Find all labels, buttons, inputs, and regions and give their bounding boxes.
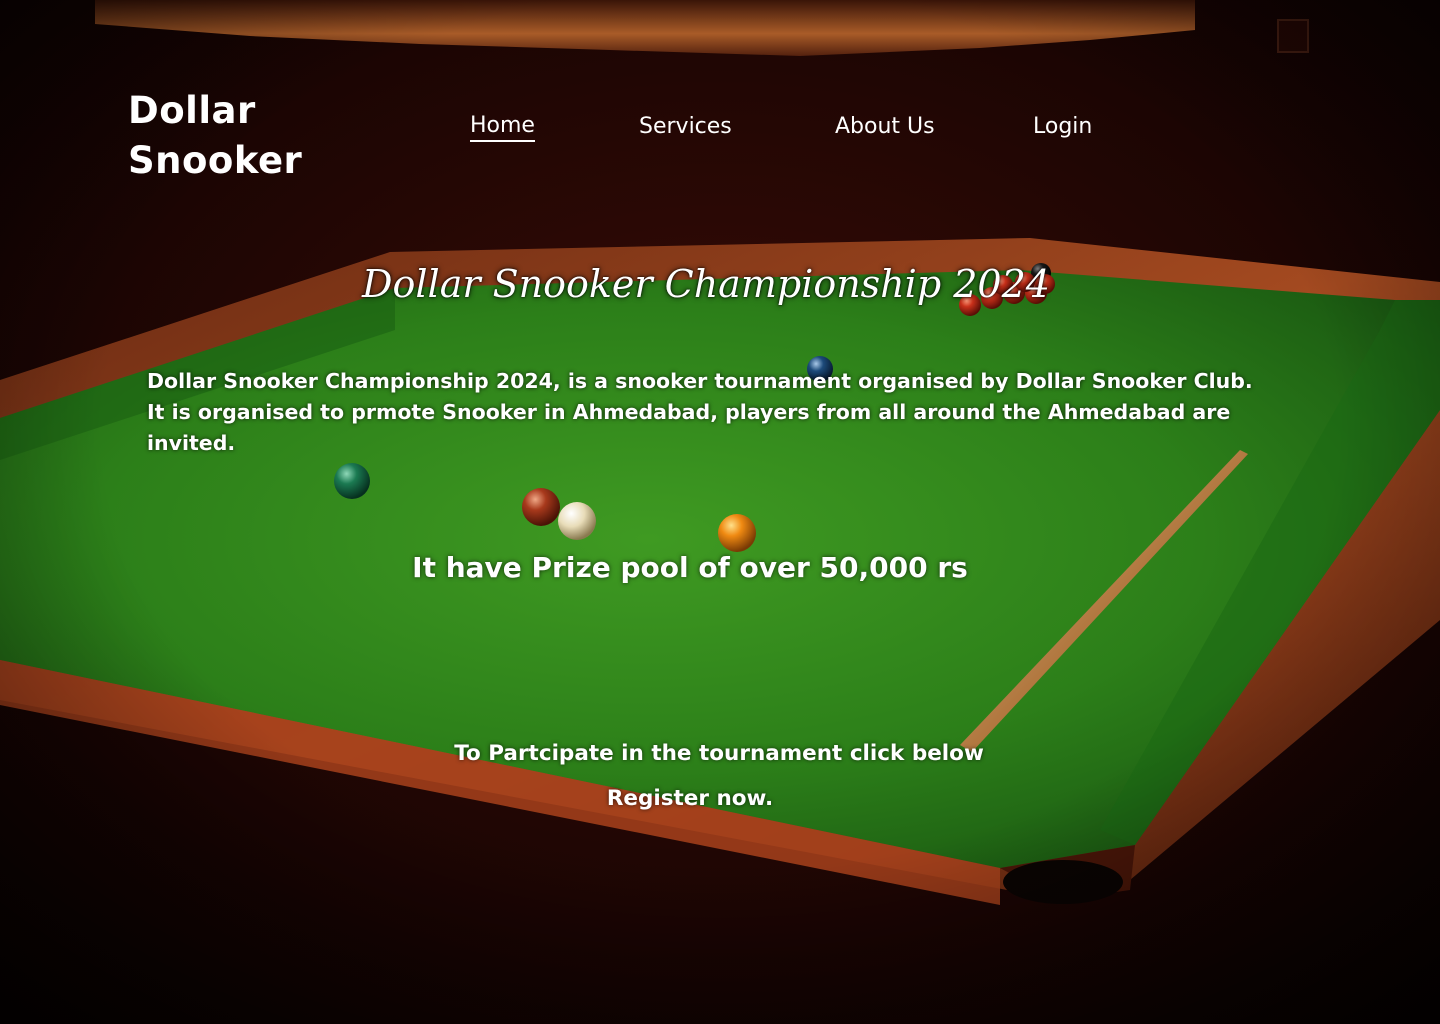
participate-text: To Partcipate in the tournament click be… <box>454 741 984 766</box>
nav-home-link[interactable]: Home <box>470 112 535 142</box>
nav-login-link[interactable]: Login <box>1033 112 1092 142</box>
main-nav: Home Services About Us Login <box>0 112 1440 144</box>
nav-about-link[interactable]: About Us <box>835 112 935 142</box>
prize-pool-text: It have Prize pool of over 50,000 rs <box>412 551 968 584</box>
register-section: Register now. <box>0 784 1380 814</box>
register-now-link[interactable]: Register now. <box>607 786 773 811</box>
tournament-description: Dollar Snooker Championship 2024, is a s… <box>147 369 1253 455</box>
page-title: Dollar Snooker Championship 2024 <box>362 262 1050 306</box>
nav-services-link[interactable]: Services <box>639 112 732 142</box>
